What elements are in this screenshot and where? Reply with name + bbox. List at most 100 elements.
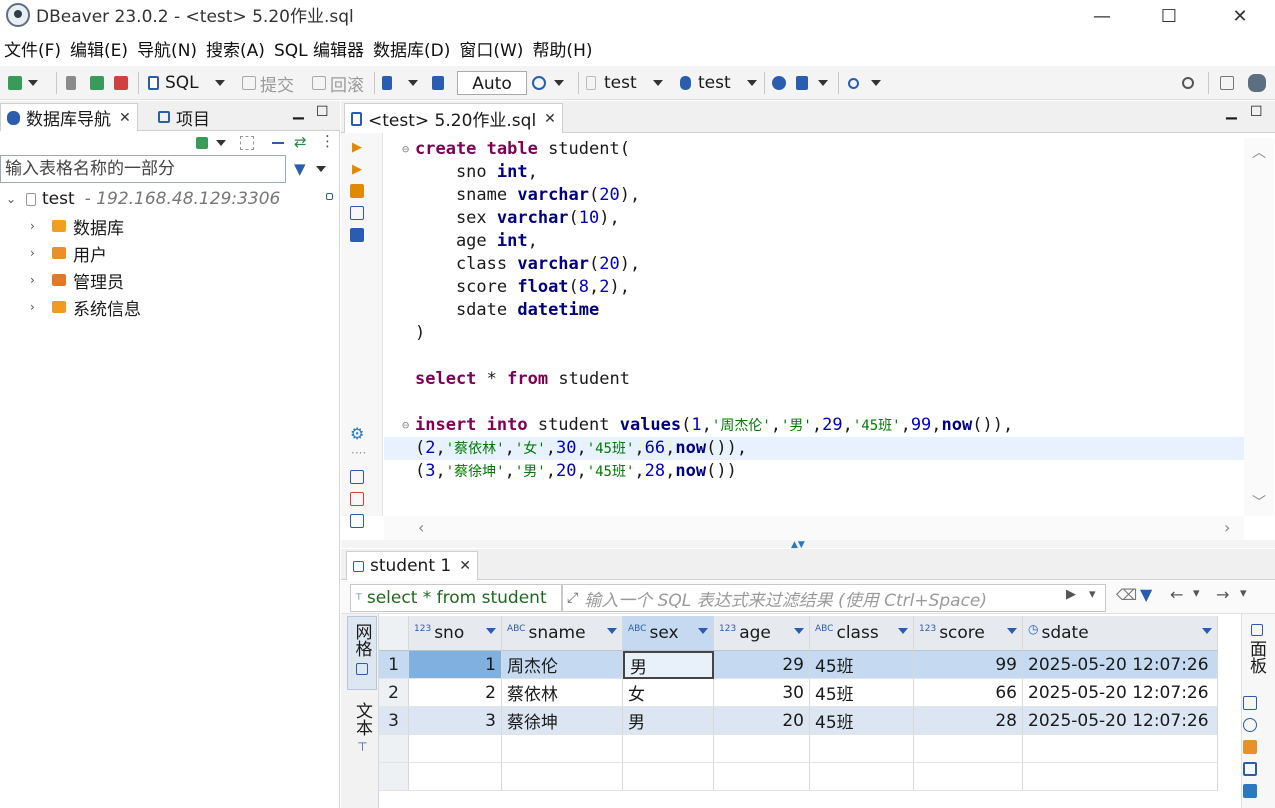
auto-commit-mode[interactable]: Auto (457, 71, 527, 95)
connect-button[interactable] (66, 70, 76, 96)
menu-window[interactable]: 窗口(W) (455, 34, 528, 62)
menu-search[interactable]: 搜索(A) (202, 34, 270, 62)
chevron-right-icon[interactable]: › (30, 219, 44, 233)
cell-sname[interactable]: 蔡徐坤 (502, 707, 623, 735)
tab-grid-view[interactable]: 网格 (347, 616, 377, 690)
open-perspective-button[interactable] (1220, 70, 1234, 96)
menu-navigate[interactable]: 导航(N) (133, 34, 202, 62)
references-icon[interactable] (1243, 784, 1257, 798)
tree-item-administer[interactable]: › 管理员 (30, 267, 124, 293)
back-arrow-icon[interactable]: ← (1170, 585, 1183, 604)
row-number[interactable]: 1 (379, 651, 409, 679)
maximize-view-icon[interactable]: ☐ (316, 104, 329, 120)
minimize-editor-icon[interactable]: ▁ (1226, 104, 1237, 120)
cell-class[interactable]: 45班 (810, 679, 914, 707)
execute-new-tab-icon[interactable]: ▶ (352, 162, 362, 177)
transaction-mode-button[interactable] (382, 70, 392, 96)
sort-dropdown-icon[interactable] (698, 628, 708, 634)
tree-item-databases[interactable]: › 数据库 (30, 213, 124, 239)
fold-icon[interactable]: ⊖ (402, 138, 409, 161)
column-header-age[interactable]: 123 age (714, 616, 810, 651)
close-icon[interactable]: ✕ (459, 558, 471, 574)
sql-editor-button[interactable]: SQL (148, 70, 225, 96)
eraser-icon[interactable]: ⌫ (1116, 586, 1137, 604)
editor-vertical-scrollbar[interactable]: ︿ ﹀ (1244, 138, 1274, 516)
row-number[interactable]: 3 (379, 707, 409, 735)
transaction-mode-dropdown[interactable] (408, 70, 418, 96)
sort-dropdown-icon[interactable] (1007, 628, 1017, 634)
close-icon[interactable]: ✕ (119, 110, 131, 126)
search-tool-button[interactable] (848, 70, 881, 96)
sort-dropdown-icon[interactable] (486, 628, 496, 634)
tab-text-view[interactable]: 文本 ⊤ (350, 702, 375, 754)
apply-filter-icon[interactable]: ▶ (1066, 587, 1076, 602)
fold-icon[interactable]: ⊖ (402, 414, 409, 437)
chevron-right-icon[interactable]: › (30, 300, 44, 314)
sort-dropdown-icon[interactable] (1202, 628, 1212, 634)
lock-button[interactable] (432, 70, 444, 96)
tab-results-student[interactable]: student 1 ✕ (346, 551, 478, 580)
chevron-down-icon[interactable]: ▾ (1193, 586, 1200, 601)
datasource-selector[interactable]: test (586, 70, 663, 96)
sort-dropdown-icon[interactable] (794, 628, 804, 634)
tab-panels[interactable]: 面板 (1244, 624, 1269, 674)
cell-class[interactable]: 45班 (810, 707, 914, 735)
tree-item-system-info[interactable]: › 系统信息 (30, 294, 141, 320)
collapse-icon[interactable] (272, 142, 284, 144)
forward-arrow-icon[interactable]: → (1216, 585, 1229, 604)
dbeaver-perspective-button[interactable] (1248, 70, 1266, 96)
row-number[interactable]: 2 (379, 679, 409, 707)
reconnect-button[interactable] (90, 70, 104, 96)
menu-help[interactable]: 帮助(H) (528, 34, 597, 62)
table-filter-input[interactable] (0, 155, 286, 183)
maximize-editor-icon[interactable]: ☐ (1250, 104, 1263, 120)
cell-score[interactable]: 66 (914, 679, 1023, 707)
value-viewer-icon[interactable] (1243, 696, 1257, 710)
tab-projects[interactable]: 项目 (152, 103, 216, 131)
grouping-icon[interactable] (1243, 740, 1257, 754)
cell-age[interactable]: 20 (714, 707, 810, 735)
schema-selector[interactable]: test (680, 70, 757, 96)
cell-sname[interactable]: 周杰伦 (502, 651, 623, 679)
sort-dropdown-icon[interactable] (607, 628, 617, 634)
settings-gear-icon[interactable]: ⚙ (350, 424, 364, 443)
cell-age[interactable]: 30 (714, 679, 810, 707)
column-header-sno[interactable]: 123 sno (409, 616, 502, 651)
column-header-sname[interactable]: ABC sname (502, 616, 623, 651)
cell-sno[interactable]: 2 (409, 679, 502, 707)
close-icon[interactable]: ✕ (544, 111, 556, 127)
cell-sno[interactable]: 1 (409, 651, 502, 679)
disconnect-button[interactable] (114, 70, 128, 96)
session-manager-button[interactable] (796, 70, 828, 96)
commit-button[interactable]: 提交 (242, 70, 294, 96)
terminal-icon[interactable] (350, 228, 364, 242)
chevron-right-icon[interactable]: › (30, 273, 44, 287)
chevron-down-icon[interactable]: ﹀ (1252, 492, 1266, 512)
menu-sql-editor[interactable]: SQL 编辑器 (270, 34, 369, 62)
history-button[interactable] (532, 70, 564, 96)
results-filter-input[interactable]: ⤢ 输入一个 SQL 表达式来过滤结果 (使用 Ctrl+Space) (562, 584, 1106, 612)
tree-connection-test[interactable]: ⌄ test - 192.168.48.129:3306 (6, 186, 280, 212)
export-icon[interactable] (350, 470, 364, 484)
explain-plan-icon[interactable] (350, 206, 364, 220)
chevron-left-icon[interactable]: ‹ (418, 518, 424, 537)
close-button[interactable]: ✕ (1217, 0, 1263, 32)
cell-age[interactable]: 29 (714, 651, 810, 679)
cell-score[interactable]: 99 (914, 651, 1023, 679)
chevron-down-icon[interactable]: ⌄ (6, 192, 20, 206)
table-row[interactable]: 2 2 蔡依林 女 30 45班 66 2025-05-20 12:07:26 (379, 679, 1218, 707)
view-menu-icon[interactable]: ⋮ (320, 132, 335, 150)
cell-score[interactable]: 28 (914, 707, 1023, 735)
column-header-class[interactable]: ABC class (810, 616, 914, 651)
chevron-right-icon[interactable]: › (1224, 518, 1230, 537)
column-header-sdate[interactable]: ◷ sdate (1023, 616, 1218, 651)
editor-results-splitter[interactable]: ▲▼ (341, 540, 1275, 550)
cell-sdate[interactable]: 2025-05-20 12:07:26 (1023, 679, 1218, 707)
collapse-all-icon[interactable] (240, 136, 254, 150)
minimize-view-icon[interactable]: ▁ (293, 104, 304, 120)
filter-options-button[interactable]: ▼ (294, 158, 326, 180)
execute-script-icon[interactable] (350, 184, 364, 198)
cell-sex[interactable]: 男 (623, 707, 714, 735)
chevron-right-icon[interactable]: › (30, 246, 44, 260)
column-header-sex[interactable]: ABC sex (623, 616, 714, 651)
